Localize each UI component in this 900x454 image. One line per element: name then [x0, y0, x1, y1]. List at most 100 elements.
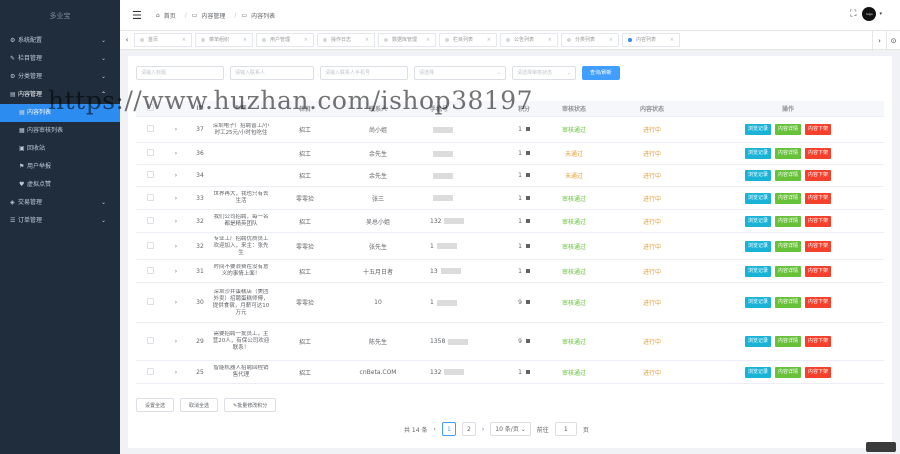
- page-2[interactable]: 2: [461, 422, 476, 436]
- content-offline-button[interactable]: 内容下架: [805, 366, 832, 378]
- checkbox-box[interactable]: [146, 337, 154, 344]
- deselect-all-button[interactable]: 取消全选: [180, 398, 219, 412]
- next-page-icon[interactable]: ›: [482, 426, 484, 433]
- content-detail-button[interactable]: 内容详情: [774, 240, 801, 252]
- checkbox-box[interactable]: [146, 216, 154, 224]
- content-detail-button[interactable]: 内容详情: [774, 366, 801, 378]
- expand-icon[interactable]: ›: [164, 195, 188, 202]
- row-checkbox[interactable]: [136, 337, 164, 346]
- tabs-menu-icon[interactable]: ⊙: [886, 31, 900, 51]
- batch-edit-score-button[interactable]: ✎批量修改积分: [224, 398, 277, 412]
- hamburger-icon[interactable]: ☰: [132, 9, 142, 22]
- sidebar-item[interactable]: ⚙ 分类管理 ⌄: [0, 68, 120, 86]
- checkbox-box[interactable]: [146, 193, 154, 201]
- content-detail-button[interactable]: 内容详情: [774, 148, 801, 159]
- expand-icon[interactable]: ›: [164, 218, 188, 225]
- tab-item[interactable]: 内容列表 ×: [622, 33, 680, 47]
- sidebar-item[interactable]: ▦ 内容列表: [0, 104, 120, 122]
- expand-icon[interactable]: ›: [164, 126, 188, 133]
- view-records-button[interactable]: 浏览记录: [744, 366, 771, 378]
- tab-item[interactable]: 数据库管理 ×: [378, 33, 436, 47]
- row-checkbox[interactable]: [136, 193, 164, 203]
- sidebar-item[interactable]: ♥ 虚拟点赞: [0, 176, 120, 194]
- page-size-select[interactable]: 10 条/页 ⌄: [490, 422, 531, 436]
- edit-icon[interactable]: [526, 173, 530, 177]
- content-offline-button[interactable]: 内容下架: [805, 240, 832, 252]
- content-offline-button[interactable]: 内容下架: [805, 336, 832, 347]
- checkbox-box[interactable]: [146, 298, 154, 305]
- tabs-prev-icon[interactable]: ‹: [120, 30, 134, 50]
- edit-icon[interactable]: [526, 339, 530, 343]
- search-button[interactable]: 查询/刷新: [582, 66, 620, 80]
- tab-item[interactable]: 操作日志 ×: [317, 33, 375, 47]
- close-icon[interactable]: ×: [365, 33, 369, 47]
- edit-icon[interactable]: [526, 243, 530, 248]
- tabs-next-icon[interactable]: ›: [872, 31, 886, 51]
- jump-input[interactable]: 1: [554, 422, 577, 436]
- checkbox-box[interactable]: [146, 367, 154, 375]
- view-records-button[interactable]: 浏览记录: [744, 170, 771, 181]
- edit-icon[interactable]: [526, 127, 530, 131]
- tab-item[interactable]: 公告列表 ×: [500, 33, 558, 47]
- view-records-button[interactable]: 浏览记录: [744, 192, 771, 204]
- row-checkbox[interactable]: [136, 367, 164, 377]
- view-records-button[interactable]: 浏览记录: [744, 124, 771, 135]
- close-icon[interactable]: ×: [243, 33, 247, 47]
- view-records-button[interactable]: 浏览记录: [744, 215, 771, 227]
- close-icon[interactable]: ×: [304, 33, 308, 47]
- select-all-button[interactable]: 设置全选: [136, 398, 175, 412]
- edit-icon[interactable]: [526, 268, 530, 273]
- sidebar-item[interactable]: ▤ 内容管理 ⌃: [0, 86, 120, 104]
- tab-item[interactable]: 用户管理 ×: [256, 33, 314, 47]
- content-detail-button[interactable]: 内容详情: [774, 170, 801, 181]
- avatar[interactable]: logo: [862, 7, 877, 21]
- row-checkbox[interactable]: [136, 216, 164, 226]
- checkbox-box[interactable]: [146, 241, 154, 249]
- expand-icon[interactable]: ›: [164, 299, 188, 306]
- content-offline-button[interactable]: 内容下架: [805, 124, 832, 135]
- expand-icon[interactable]: ›: [164, 268, 188, 275]
- tab-item[interactable]: 栏目列表 ×: [439, 33, 497, 47]
- breadcrumb-item[interactable]: 内容管理: [201, 11, 225, 20]
- row-checkbox[interactable]: [136, 125, 164, 134]
- edit-icon[interactable]: [526, 151, 530, 155]
- sidebar-item[interactable]: ▣ 回收站: [0, 140, 120, 158]
- expand-icon[interactable]: ›: [164, 369, 188, 376]
- content-offline-button[interactable]: 内容下架: [805, 192, 832, 204]
- row-checkbox[interactable]: [136, 149, 164, 158]
- content-offline-button[interactable]: 内容下架: [805, 170, 832, 181]
- page-1[interactable]: 1: [441, 422, 456, 436]
- title-input[interactable]: 请输入标题: [136, 66, 224, 80]
- header-checkbox[interactable]: [136, 104, 164, 113]
- sidebar-item[interactable]: ⚙ 系统配置 ⌄: [0, 32, 120, 50]
- edit-icon[interactable]: [526, 300, 530, 304]
- content-offline-button[interactable]: 内容下架: [805, 265, 832, 277]
- view-records-button[interactable]: 浏览记录: [744, 148, 771, 159]
- checkbox-box[interactable]: [146, 171, 154, 178]
- content-offline-button[interactable]: 内容下架: [805, 148, 832, 159]
- sidebar-item[interactable]: ⚑ 用户举报: [0, 158, 120, 176]
- content-detail-button[interactable]: 内容详情: [774, 215, 801, 227]
- edit-icon[interactable]: [526, 195, 530, 200]
- close-icon[interactable]: ×: [426, 33, 430, 47]
- contact-input[interactable]: 请输入联系人: [230, 66, 314, 80]
- tab-item[interactable]: 首页 ×: [134, 33, 192, 47]
- row-checkbox[interactable]: [136, 298, 164, 307]
- content-detail-button[interactable]: 内容详情: [774, 297, 801, 308]
- audit-select[interactable]: 请选择审核状态 ⌄: [512, 66, 576, 80]
- row-checkbox[interactable]: [136, 266, 164, 276]
- expand-icon[interactable]: ›: [164, 150, 188, 157]
- content-detail-button[interactable]: 内容详情: [774, 124, 801, 135]
- fullscreen-icon[interactable]: ⛶: [850, 9, 856, 19]
- expand-icon[interactable]: ›: [164, 172, 188, 179]
- sidebar-item[interactable]: ▦ 内容审核列表: [0, 122, 120, 140]
- row-checkbox[interactable]: [136, 241, 164, 251]
- expand-icon[interactable]: ›: [164, 243, 188, 250]
- sidebar-item[interactable]: ✎ 栏目管理 ⌄: [0, 50, 120, 68]
- content-detail-button[interactable]: 内容详情: [774, 192, 801, 204]
- content-detail-button[interactable]: 内容详情: [774, 336, 801, 347]
- prev-page-icon[interactable]: ‹: [433, 426, 435, 433]
- content-detail-button[interactable]: 内容详情: [774, 265, 801, 277]
- content-offline-button[interactable]: 内容下架: [805, 215, 832, 227]
- row-checkbox[interactable]: [136, 171, 164, 180]
